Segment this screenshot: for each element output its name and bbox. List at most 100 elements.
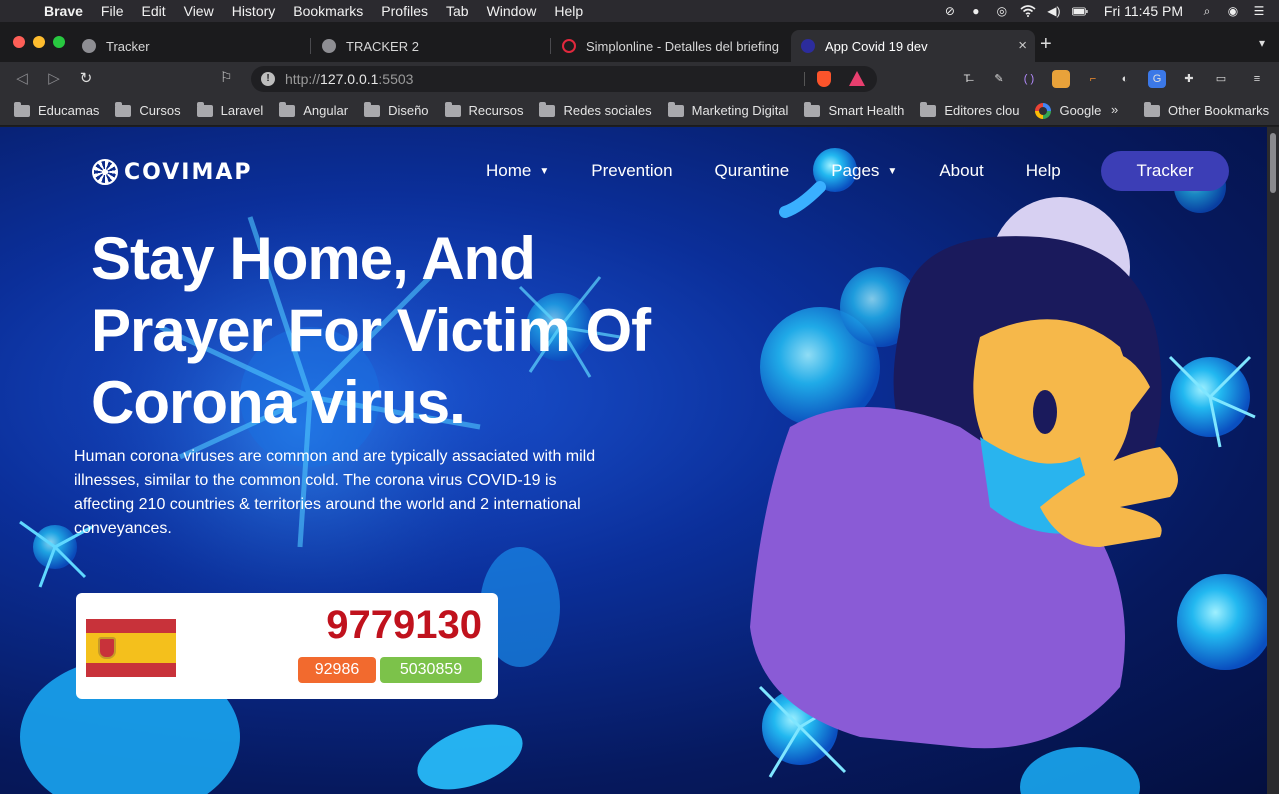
menu-bookmarks[interactable]: Bookmarks [284, 0, 372, 22]
maximize-window-icon[interactable] [53, 36, 65, 48]
reload-button[interactable]: ↻ [76, 69, 96, 89]
nav-help[interactable]: Help [1026, 161, 1061, 181]
folder-icon [14, 101, 30, 117]
page-scrollbar[interactable] [1267, 127, 1279, 794]
spotlight-search-icon[interactable]: ⌕ [1199, 4, 1215, 18]
more-bookmarks-button[interactable]: » [1111, 102, 1118, 117]
code-extension-icon[interactable]: ( ) [1020, 70, 1038, 88]
bookmark-google[interactable]: Google [1035, 102, 1101, 119]
browser-tab-strip: Tracker TRACKER 2 Simplonline - Detalles… [0, 22, 1279, 62]
menu-bar-status-area: ⊘ ● ◎ ◀) Fri 11:45 PM ⌕ ◉ ☰ [942, 0, 1279, 22]
nav-home[interactable]: Home ▼ [486, 161, 549, 181]
address-divider [804, 72, 805, 86]
wallet-icon[interactable]: ▭ [1212, 70, 1230, 88]
menu-profiles[interactable]: Profiles [372, 0, 437, 22]
simplon-icon [562, 39, 576, 53]
folder-icon [196, 101, 213, 117]
react-devtools-icon[interactable]: ◐ [1116, 70, 1134, 88]
webpage-viewport: COVIMAP Home ▼ Prevention Qurantine Pages… [0, 127, 1267, 794]
minimize-window-icon[interactable] [33, 36, 45, 48]
new-tab-button[interactable]: + [1040, 34, 1052, 54]
tab-separator [550, 38, 551, 54]
menu-history[interactable]: History [223, 0, 285, 22]
address-url[interactable]: http://127.0.0.1:5503 [285, 71, 413, 87]
hero-description: Human corona viruses are common and are … [74, 448, 596, 537]
covid-app-icon [801, 39, 815, 53]
menu-view[interactable]: View [175, 0, 223, 22]
menu-app-brave[interactable]: Brave [44, 0, 92, 22]
folder-icon [364, 101, 381, 117]
tab-tracker[interactable]: Tracker [72, 30, 308, 62]
total-cases-value: 9779130 [326, 603, 482, 647]
bookmark-folder-smart-health[interactable]: Smart Health [804, 101, 904, 118]
bookmark-folder-marketing-digital[interactable]: Marketing Digital [667, 101, 788, 118]
brave-shields-icon[interactable] [817, 71, 831, 87]
menu-tab[interactable]: Tab [437, 0, 478, 22]
forward-button[interactable]: ▷ [44, 69, 64, 89]
tab-search-chevron-icon[interactable]: ▾ [1259, 36, 1265, 50]
tracker-button[interactable]: Tracker [1101, 151, 1229, 191]
bookmarks-bar: Educamas Cursos Laravel Angular Diseño R… [0, 96, 1279, 126]
tab-title: Tracker [106, 38, 150, 54]
bookmark-folder-redes-sociales[interactable]: Redes sociales [539, 101, 652, 118]
pen-extension-icon[interactable]: ✎ [990, 70, 1008, 88]
close-window-icon[interactable] [13, 36, 25, 48]
volume-icon[interactable]: ◀) [1046, 4, 1062, 18]
nav-qurantine[interactable]: Qurantine [715, 161, 790, 181]
site-info-icon[interactable]: ! [261, 72, 275, 86]
covimap-logo[interactable]: COVIMAP [92, 159, 253, 185]
tab-simplonline[interactable]: Simplonline - Detalles del briefing [552, 30, 788, 62]
bookmark-folder-cursos[interactable]: Cursos [115, 101, 181, 118]
nav-about[interactable]: About [939, 161, 983, 181]
bookmark-folder-diseno[interactable]: Diseño [364, 101, 429, 118]
color-extension-icon[interactable] [1052, 70, 1070, 88]
chevron-down-icon: ▼ [887, 165, 898, 177]
menu-edit[interactable]: Edit [132, 0, 174, 22]
google-icon [1035, 102, 1052, 119]
accessibility-icon[interactable]: ◎ [994, 4, 1010, 18]
folder-icon [804, 101, 821, 117]
logo-text: COVIMAP [124, 159, 253, 185]
brave-rewards-icon[interactable] [849, 71, 865, 86]
browser-menu-icon[interactable]: ≡ [1248, 70, 1266, 88]
bookmark-folder-laravel[interactable]: Laravel [196, 101, 263, 118]
spain-flag-icon [86, 619, 176, 677]
menu-file[interactable]: File [92, 0, 133, 22]
translate-extension-icon[interactable]: T̶ [958, 70, 976, 88]
tab-tracker-2[interactable]: TRACKER 2 [312, 30, 548, 62]
control-center-icon[interactable]: ☰ [1251, 4, 1267, 18]
virus-logo-icon [92, 159, 118, 185]
bookmark-folder-editores-clou[interactable]: Editores clou [920, 101, 1019, 118]
battery-icon[interactable] [1071, 4, 1088, 18]
tab-app-covid-19-dev[interactable]: App Covid 19 dev × [791, 30, 1035, 62]
google-translate-icon[interactable]: G [1148, 70, 1166, 88]
bookmark-page-icon[interactable]: ⚐ [220, 69, 233, 86]
do-not-disturb-icon[interactable]: ⊘ [942, 4, 958, 18]
other-bookmarks-folder[interactable]: Other Bookmarks [1144, 101, 1269, 118]
bookmark-folder-educamas[interactable]: Educamas [14, 101, 99, 118]
menu-bar-clock[interactable]: Fri 11:45 PM [1104, 3, 1183, 19]
bookmark-folder-angular[interactable]: Angular [279, 101, 348, 118]
folder-icon [1144, 101, 1160, 117]
coat-of-arms-icon [98, 637, 116, 659]
scrollbar-thumb[interactable] [1270, 133, 1276, 193]
folder-icon [920, 101, 937, 117]
wifi-icon[interactable] [1020, 4, 1036, 18]
bookmark-folder-recursos[interactable]: Recursos [444, 101, 523, 118]
menu-window[interactable]: Window [478, 0, 546, 22]
menu-help[interactable]: Help [545, 0, 592, 22]
back-button[interactable]: ◁ [12, 69, 32, 89]
address-bar[interactable]: ! http://127.0.0.1:5503 [251, 66, 877, 92]
folder-icon [279, 101, 296, 117]
close-tab-icon[interactable]: × [1018, 37, 1027, 54]
tab-title: TRACKER 2 [346, 38, 419, 54]
hammer-extension-icon[interactable]: ⌐ [1084, 70, 1102, 88]
nav-prevention[interactable]: Prevention [591, 161, 672, 181]
siri-icon[interactable]: ◉ [1225, 4, 1241, 18]
tab-separator [310, 38, 311, 54]
tab-title: Simplonline - Detalles del briefing [586, 38, 779, 54]
macos-menu-bar: Brave File Edit View History Bookmarks P… [0, 0, 1279, 22]
notification-badge-icon[interactable]: ● [968, 4, 984, 18]
extensions-puzzle-icon[interactable]: ✚ [1180, 70, 1198, 88]
nav-pages[interactable]: Pages ▼ [831, 161, 897, 181]
